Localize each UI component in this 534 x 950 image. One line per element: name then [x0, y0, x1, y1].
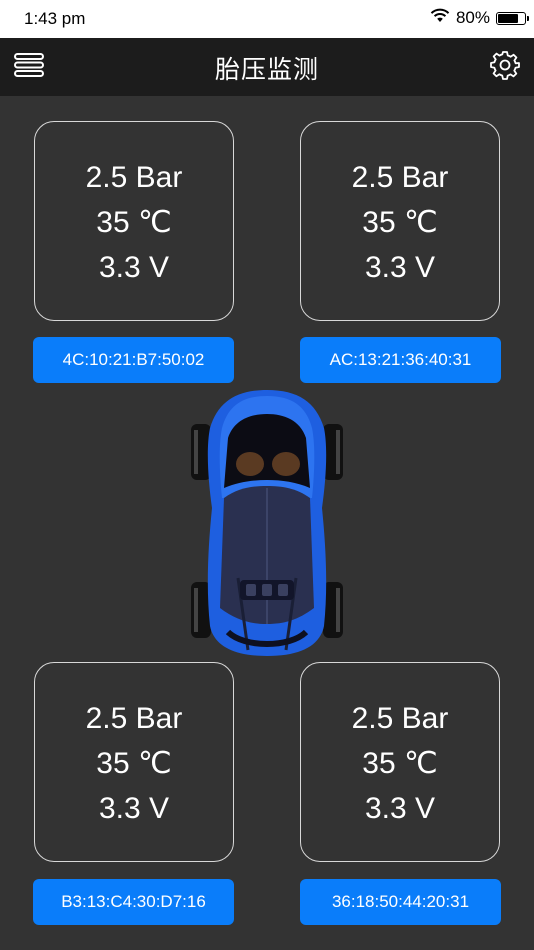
tire-pressure: 2.5 Bar — [351, 702, 449, 735]
tire-voltage: 3.3 V — [98, 251, 170, 284]
gear-icon — [490, 50, 520, 85]
page-title: 胎压监测 — [214, 56, 319, 84]
tire-pressure: 2.5 Bar — [351, 161, 449, 194]
tire-temperature: 35 ℃ — [362, 747, 438, 780]
tire-panel-rear-right: 2.5 Bar 35 ℃ 3.3 V — [300, 662, 500, 862]
tire-temperature: 35 ℃ — [362, 206, 438, 239]
sensor-mac-button-rear-left[interactable]: B3:13:C4:30:D7:16 — [33, 879, 234, 925]
tire-panel-rear-left: 2.5 Bar 35 ℃ 3.3 V — [34, 662, 234, 862]
sensor-mac-button-front-left[interactable]: 4C:10:21:B7:50:02 — [33, 337, 234, 383]
tire-voltage: 3.3 V — [98, 792, 170, 825]
tire-panel-front-left: 2.5 Bar 35 ℃ 3.3 V — [34, 121, 234, 321]
tire-temperature: 35 ℃ — [96, 206, 172, 239]
status-time: 1:43 pm — [24, 9, 86, 28]
sensor-mac-button-rear-right[interactable]: 36:18:50:44:20:31 — [300, 879, 501, 925]
status-right: 80% — [430, 8, 529, 28]
tire-temperature: 35 ℃ — [96, 747, 172, 780]
status-bar: 1:43 pm 80% — [0, 0, 534, 38]
tire-pressure: 2.5 Bar — [85, 161, 183, 194]
tire-panel-front-right: 2.5 Bar 35 ℃ 3.3 V — [300, 121, 500, 321]
tire-voltage: 3.3 V — [364, 251, 436, 284]
tire-voltage: 3.3 V — [364, 792, 436, 825]
tire-pressure: 2.5 Bar — [85, 702, 183, 735]
battery-fill — [498, 13, 518, 23]
wifi-icon — [430, 8, 450, 28]
car-image — [188, 388, 346, 658]
sensor-mac-button-front-right[interactable]: AC:13:21:36:40:31 — [300, 337, 501, 383]
nav-bar: 胎压监测 — [0, 38, 534, 96]
settings-button[interactable] — [488, 50, 522, 84]
battery-percent: 80% — [455, 8, 490, 27]
battery-icon — [496, 11, 529, 25]
